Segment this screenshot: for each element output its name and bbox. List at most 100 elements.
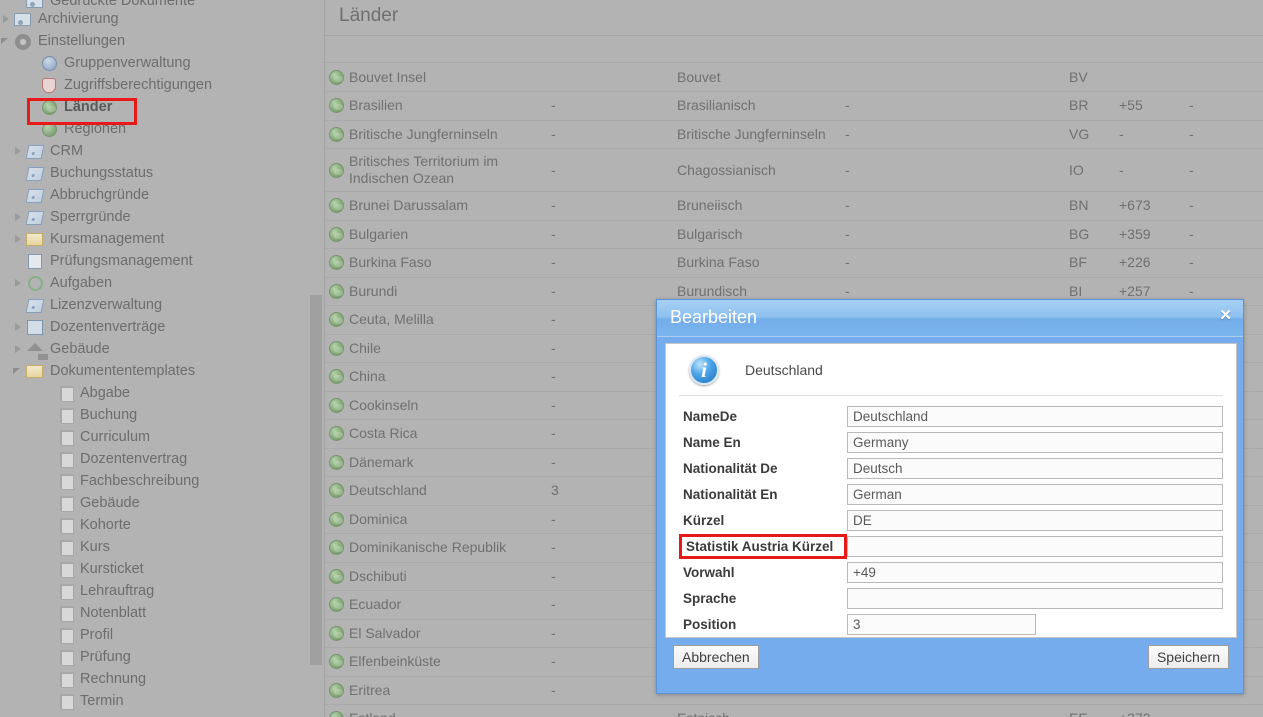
cell-country-name[interactable]: China: [325, 362, 547, 392]
chevron-closed-icon[interactable]: [0, 8, 14, 30]
cell-position[interactable]: -: [547, 647, 673, 677]
sidebar-item-dozentenverträge[interactable]: Dozentenverträge: [0, 316, 325, 338]
chevron-closed-icon[interactable]: [12, 272, 26, 294]
cell-sprache[interactable]: -: [1185, 191, 1263, 221]
table-row[interactable]: Britisches Territorium im Indischen Ozea…: [325, 148, 1263, 192]
cell-position[interactable]: -: [547, 676, 673, 705]
cell-position[interactable]: -: [547, 505, 673, 534]
sidebar-item-länder[interactable]: Länder: [0, 96, 325, 118]
cell-position[interactable]: -: [547, 277, 673, 306]
cell-country-name[interactable]: Eritrea: [325, 676, 547, 705]
sidebar-item-crm[interactable]: CRM: [0, 140, 325, 162]
cell-sprache[interactable]: -: [1185, 120, 1263, 149]
cell-nationality-de[interactable]: Estnisch: [673, 704, 841, 717]
cell-country-name[interactable]: Chile: [325, 334, 547, 363]
cell-nationality-en[interactable]: -: [841, 91, 1065, 121]
close-icon[interactable]: ✕: [1219, 308, 1232, 323]
cell-country-name[interactable]: Britisches Territorium im Indischen Ozea…: [325, 148, 547, 192]
chevron-closed-icon[interactable]: [12, 140, 26, 162]
sidebar-item-abgabe[interactable]: Abgabe: [0, 382, 325, 404]
sidebar-item-prüfungsmanagement[interactable]: Prüfungsmanagement: [0, 250, 325, 272]
cell-sprache[interactable]: -: [1185, 91, 1263, 121]
field-input-sprache[interactable]: [847, 587, 1223, 609]
cell-position[interactable]: -: [547, 448, 673, 477]
sidebar-item-archivierung[interactable]: Archivierung: [0, 8, 325, 30]
field-input-nationalität-en[interactable]: [847, 483, 1223, 505]
cell-position[interactable]: -: [547, 619, 673, 648]
cell-country-name[interactable]: Deutschland: [325, 476, 547, 506]
cell-vorwahl[interactable]: +359: [1115, 220, 1185, 249]
table-row[interactable]: Estland-Estnisch-EE+372-: [325, 704, 1263, 717]
cell-kuerzel[interactable]: BN: [1065, 191, 1115, 221]
cell-nationality-de[interactable]: Burkina Faso: [673, 248, 841, 278]
table-row[interactable]: Brasilien - Brasilianisch - BR +55-: [325, 91, 1263, 121]
cell-position[interactable]: -: [547, 590, 673, 620]
field-input-name-en[interactable]: [847, 431, 1223, 453]
cell-position[interactable]: 3: [547, 476, 673, 506]
cell-position[interactable]: -: [547, 419, 673, 449]
field-input-namede[interactable]: [847, 405, 1223, 427]
cell-country-name[interactable]: Dänemark: [325, 448, 547, 477]
cell-position[interactable]: -: [547, 533, 673, 563]
cell-position[interactable]: -: [547, 248, 673, 278]
field-input-statistik-austria-kürzel[interactable]: [847, 535, 1223, 557]
save-button[interactable]: Speichern: [1147, 645, 1229, 669]
chevron-closed-icon[interactable]: [12, 316, 26, 338]
chevron-closed-icon[interactable]: [12, 338, 26, 360]
cell-nationality-en[interactable]: -: [841, 220, 1065, 249]
sidebar-item-kursticket[interactable]: Kursticket: [0, 558, 325, 580]
cell-country-name[interactable]: Bouvet Insel: [325, 63, 547, 92]
dialog-titlebar[interactable]: Bearbeiten ✕: [657, 300, 1243, 337]
cell-position[interactable]: -: [547, 391, 673, 420]
cell-nationality-en[interactable]: -: [841, 148, 1065, 192]
sidebar-item-termin[interactable]: Termin: [0, 690, 325, 712]
cell-nationality-de[interactable]: Bouvet: [673, 63, 841, 92]
sidebar-item-gruppenverwaltung[interactable]: Gruppenverwaltung: [0, 52, 325, 74]
cell-kuerzel[interactable]: BV: [1065, 63, 1115, 92]
cell-country-name[interactable]: Britische Jungferninseln: [325, 120, 547, 149]
table-row[interactable]: Bulgarien - Bulgarisch - BG +359-: [325, 220, 1263, 249]
sidebar-item-fachbeschreibung[interactable]: Fachbeschreibung: [0, 470, 325, 492]
cell-country-name[interactable]: Brunei Darussalam: [325, 191, 547, 221]
cell-sprache[interactable]: -: [1185, 220, 1263, 249]
cell-nationality-de[interactable]: Bruneiisch: [673, 191, 841, 221]
cell-position[interactable]: [547, 63, 673, 92]
cell-nationality-de[interactable]: Bulgarisch: [673, 220, 841, 249]
sidebar-item-buchungsstatus[interactable]: Buchungsstatus: [0, 162, 325, 184]
cell-vorwahl[interactable]: +226: [1115, 248, 1185, 278]
sidebar-item-kohorte[interactable]: Kohorte: [0, 514, 325, 536]
cell-kuerzel[interactable]: EE: [1065, 704, 1115, 717]
cell-nationality-de[interactable]: Brasilianisch: [673, 91, 841, 121]
cell-position[interactable]: -: [547, 562, 673, 591]
sidebar-item-lehrauftrag[interactable]: Lehrauftrag: [0, 580, 325, 602]
field-input-nationalität-de[interactable]: [847, 457, 1223, 479]
sidebar-item-lizenzverwaltung[interactable]: Lizenzverwaltung: [0, 294, 325, 316]
sidebar-item-dokumententemplates[interactable]: Dokumententemplates: [0, 360, 325, 382]
cell-country-name[interactable]: Ceuta, Melilla: [325, 305, 547, 335]
cell-country-name[interactable]: Costa Rica: [325, 419, 547, 449]
cell-kuerzel[interactable]: IO: [1065, 148, 1115, 192]
cell-position[interactable]: -: [547, 191, 673, 221]
cancel-button[interactable]: Abbrechen: [673, 645, 759, 669]
cell-nationality-en[interactable]: [841, 63, 1065, 92]
sidebar-item-zugriffsberechtigungen[interactable]: Zugriffsberechtigungen: [0, 74, 325, 96]
cell-position[interactable]: -: [547, 305, 673, 335]
sidebar-item-kurs[interactable]: Kurs: [0, 536, 325, 558]
cell-country-name[interactable]: Cookinseln: [325, 391, 547, 420]
sidebar-item-buchung[interactable]: Buchung: [0, 404, 325, 426]
chevron-closed-icon[interactable]: [12, 228, 26, 250]
cell-position[interactable]: -: [547, 91, 673, 121]
cell-kuerzel[interactable]: BG: [1065, 220, 1115, 249]
cell-sprache[interactable]: [1185, 63, 1263, 92]
sidebar-item-sperrgründe[interactable]: Sperrgründe: [0, 206, 325, 228]
cell-country-name[interactable]: Dominica: [325, 505, 547, 534]
cell-position[interactable]: -: [547, 362, 673, 392]
sidebar-item-kursmanagement[interactable]: Kursmanagement: [0, 228, 325, 250]
chevron-open-icon[interactable]: [0, 30, 14, 52]
cell-nationality-en[interactable]: -: [841, 120, 1065, 149]
cell-position[interactable]: -: [547, 220, 673, 249]
sidebar-item-prüfung[interactable]: Prüfung: [0, 646, 325, 668]
cell-vorwahl[interactable]: +673: [1115, 191, 1185, 221]
cell-country-name[interactable]: Bulgarien: [325, 220, 547, 249]
sidebar-item-curriculum[interactable]: Curriculum: [0, 426, 325, 448]
